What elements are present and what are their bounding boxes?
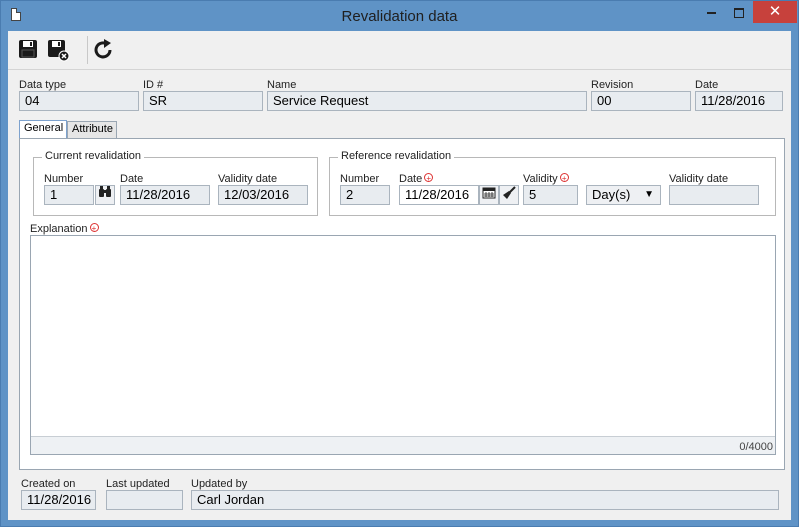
last-updated-label: Last updated (106, 478, 170, 490)
validity-unit-value: Day(s) (592, 187, 631, 202)
binoculars-icon (99, 186, 111, 197)
broom-icon (503, 186, 516, 199)
refresh-icon (94, 39, 112, 59)
updated-by-label: Updated by (191, 478, 248, 490)
explanation-textarea[interactable]: 0/4000 (30, 235, 776, 455)
dropdown-arrow-icon: ▼ (644, 189, 654, 200)
character-counter: 0/4000 (739, 441, 773, 453)
reference-date-input[interactable]: 11/28/2016 (399, 185, 479, 205)
reference-number-field[interactable]: 2 (340, 185, 390, 205)
revision-label: Revision (591, 79, 634, 91)
search-revalidation-button[interactable] (95, 185, 115, 205)
client-area: Data type 04 ID # SR Name Service Reques… (8, 31, 791, 520)
toolbar-separator (87, 36, 88, 64)
required-icon: + (559, 173, 569, 183)
data-type-label: Data type (19, 79, 67, 91)
data-type-field[interactable]: 04 (19, 91, 139, 111)
calendar-button[interactable] (479, 185, 499, 205)
reference-validity-date-field[interactable] (669, 185, 759, 205)
tab-general[interactable]: General (19, 120, 67, 138)
explanation-label: Explanation (30, 223, 88, 235)
current-date-field[interactable]: 11/28/2016 (120, 185, 210, 205)
window-title: Revalidation data (341, 8, 458, 25)
created-on-field[interactable]: 11/28/2016 (21, 490, 96, 510)
name-field[interactable]: Service Request (267, 91, 587, 111)
toolbar (8, 31, 791, 70)
reference-date-label-wrap: Date + (399, 173, 434, 185)
reference-validity-label-wrap: Validity + (523, 173, 569, 185)
minimize-icon (706, 11, 716, 14)
close-icon: ✕ (768, 3, 782, 20)
last-updated-field[interactable] (106, 490, 183, 510)
maximize-icon (734, 7, 744, 18)
maximize-button[interactable] (725, 1, 753, 23)
current-number-field[interactable]: 1 (44, 185, 94, 205)
save-icon (19, 40, 37, 58)
revalidation-window: Revalidation data ✕ Data type 04 ID # SR… (0, 0, 799, 527)
reference-date-label: Date (399, 173, 423, 185)
save-and-close-button[interactable] (46, 38, 70, 62)
date-label: Date (695, 79, 719, 91)
name-label: Name (267, 79, 297, 91)
character-counter-bar: 0/4000 (31, 436, 775, 454)
id-label: ID # (143, 79, 164, 91)
reference-validity-label: Validity (523, 173, 558, 185)
calendar-icon (482, 187, 496, 199)
current-validity-date-field[interactable]: 12/03/2016 (218, 185, 308, 205)
current-number-label: Number (44, 173, 84, 185)
general-tab-panel: Current revalidation Number 1 Date 11/28… (19, 138, 785, 470)
reference-revalidation-group: Reference revalidation Number 2 Date + 11… (329, 150, 776, 216)
clear-date-button[interactable] (499, 185, 519, 205)
required-icon: + (89, 223, 99, 233)
save-button[interactable] (17, 38, 41, 62)
created-on-label: Created on (21, 478, 76, 490)
reference-revalidation-title: Reference revalidation (338, 150, 455, 162)
minimize-button[interactable] (697, 1, 725, 23)
current-date-label: Date (120, 173, 144, 185)
title-bar[interactable]: Revalidation data ✕ (1, 1, 798, 31)
current-revalidation-group: Current revalidation Number 1 Date 11/28… (33, 150, 318, 216)
reference-validity-field[interactable]: 5 (523, 185, 578, 205)
reference-number-label: Number (340, 173, 380, 185)
close-button[interactable]: ✕ (753, 1, 797, 23)
save-and-close-icon (48, 40, 70, 62)
tab-attribute[interactable]: Attribute (67, 121, 117, 138)
current-validity-date-label: Validity date (218, 173, 278, 185)
refresh-button[interactable] (92, 38, 116, 62)
validity-unit-select[interactable]: Day(s) ▼ (586, 185, 661, 205)
required-icon: + (424, 173, 434, 183)
id-field[interactable]: SR (143, 91, 263, 111)
reference-validity-date-label: Validity date (669, 173, 729, 185)
updated-by-field[interactable]: Carl Jordan (191, 490, 779, 510)
revision-field[interactable]: 00 (591, 91, 691, 111)
explanation-label-wrap: Explanation + (30, 223, 99, 235)
date-field[interactable]: 11/28/2016 (695, 91, 783, 111)
current-revalidation-title: Current revalidation (42, 150, 144, 162)
